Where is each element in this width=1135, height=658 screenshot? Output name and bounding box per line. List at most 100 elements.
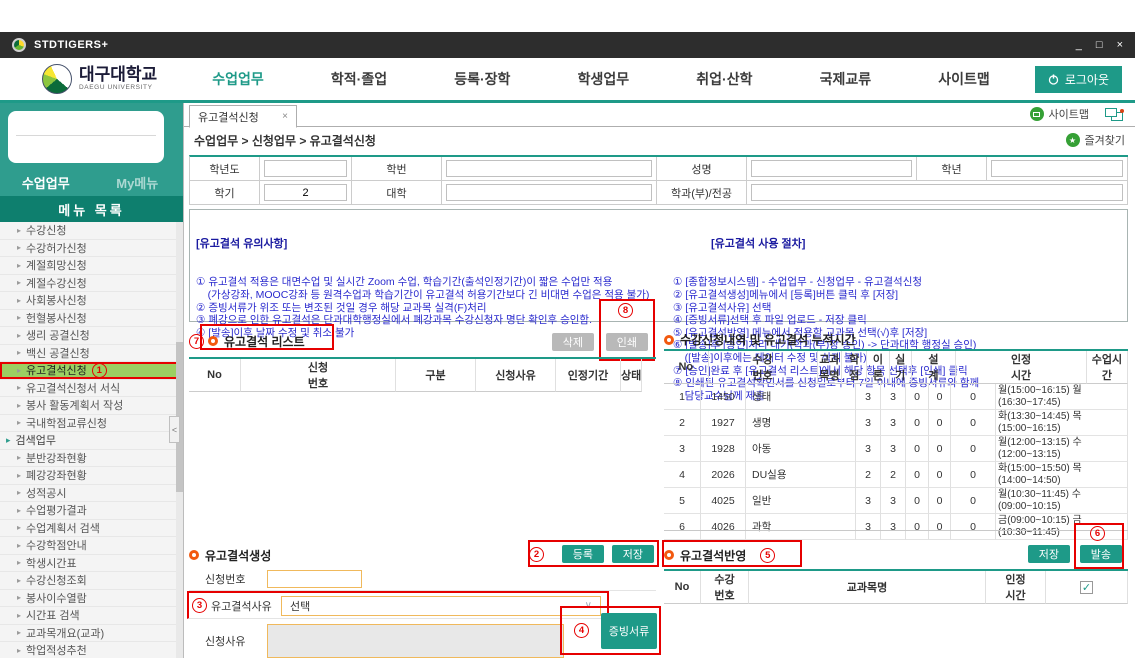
evidence-button[interactable]: 증빙서류 xyxy=(601,613,657,649)
column-header: 교과목명 xyxy=(818,351,843,384)
sidebar-menu-item[interactable]: ▸ 학업적성추천 xyxy=(0,642,183,658)
studentno-input[interactable] xyxy=(446,160,652,177)
star-icon: ★ xyxy=(1066,133,1080,147)
sitemap-link[interactable]: 사이트맵 xyxy=(1030,106,1089,122)
sidebar-menu-item[interactable]: ▸ 시간표 검색 xyxy=(0,607,183,625)
sidebar-menu-item[interactable]: ▸ 계절희망신청 xyxy=(0,257,183,275)
university-name-en: DAEGU UNIVERSITY xyxy=(79,85,157,92)
menu-bullet-icon: ▸ xyxy=(6,435,11,446)
menu-list-title: 메뉴 목록 xyxy=(0,196,183,222)
delete-button[interactable]: 삭제 xyxy=(552,333,594,351)
logout-button[interactable]: 로그아웃 xyxy=(1035,66,1122,93)
sidebar-menu-item[interactable]: ▸ 수강신청 xyxy=(0,222,183,240)
menu-bullet-icon: ▸ xyxy=(17,278,21,287)
sidebar-menu-item[interactable]: ▸ 계절수강신청 xyxy=(0,275,183,293)
annotation-circle-1: 1 xyxy=(92,363,107,378)
column-header: 신청사유 xyxy=(476,359,556,392)
app-logo-icon xyxy=(12,38,26,52)
column-header: 이 론 xyxy=(867,351,890,384)
save-create-button[interactable]: 저장 xyxy=(612,545,654,563)
year-label: 학년도 xyxy=(190,157,260,181)
menu-bullet-icon: ▸ xyxy=(17,506,21,515)
close-button[interactable]: × xyxy=(1117,39,1123,51)
sidebar-menu-item[interactable]: ▸ 성적공시 xyxy=(0,485,183,503)
menu-bullet-icon: ▸ xyxy=(17,453,21,462)
sidebar-tab[interactable]: My메뉴 xyxy=(92,173,184,192)
top-nav-item[interactable]: 학생업무 xyxy=(578,69,630,89)
print-button[interactable]: 인쇄 xyxy=(606,333,648,351)
top-nav-item[interactable]: 등록·장학 xyxy=(454,69,510,89)
top-nav-item[interactable]: 학적·졸업 xyxy=(331,69,387,89)
section-bullet-icon xyxy=(664,335,674,345)
request-no-input[interactable] xyxy=(267,570,362,588)
menu-bullet-icon: ▸ xyxy=(17,331,21,340)
sidebar-menu: ▸ 수강신청 ▸ 수강허가신청 ▸ 계절희망신청 ▸ xyxy=(0,222,183,658)
column-header: 실 기 xyxy=(890,351,912,384)
sidebar-menu-item[interactable]: ▸ 수강학점안내 xyxy=(0,537,183,555)
top-nav-item[interactable]: 국제교류 xyxy=(820,69,872,89)
college-input[interactable] xyxy=(446,184,652,201)
sidebar-menu-item[interactable]: ▸ 백신 공결신청 xyxy=(0,345,183,363)
sidebar-menu-item[interactable]: ▸ 유고결석신청서 서식 xyxy=(0,380,183,398)
sidebar-menu-item[interactable]: ▸ 봉사 활동계획서 작성 xyxy=(0,397,183,415)
year-input[interactable] xyxy=(264,160,347,177)
university-logo: 대구대학교 DAEGU UNIVERSITY xyxy=(42,64,157,94)
reason-textarea[interactable] xyxy=(267,624,564,658)
name-input[interactable] xyxy=(751,160,912,177)
top-nav-item[interactable]: 취업·산학 xyxy=(696,69,752,89)
sidebar-collapse-handle[interactable]: < xyxy=(169,416,180,443)
save-apply-button[interactable]: 저장 xyxy=(1028,545,1070,563)
notice-line: ③ 폐강으로 인한 유고결석은 단과대학행정실에서 폐강과목 수강신청자 명단 … xyxy=(196,314,661,327)
sidebar-menu-item[interactable]: ▸ 수업평가결과 xyxy=(0,502,183,520)
sidebar-menu-item[interactable]: ▸ 생리 공결신청 xyxy=(0,327,183,345)
notice-procedure: [유고결석 사용 절차] ① [종합정보시스템] - 수업업무 - 신청업무 -… xyxy=(661,213,1121,318)
semester-label: 학기 xyxy=(190,181,260,205)
sidebar-menu-item[interactable]: ▸ 봉사이수열람 xyxy=(0,590,183,608)
column-header: 인정기간 xyxy=(556,359,621,392)
column-header: 교과목명 xyxy=(749,571,986,604)
semester-input[interactable] xyxy=(264,184,347,201)
select-all-checkbox[interactable]: ✓ xyxy=(1080,581,1093,594)
sidebar-menu-item[interactable]: ▸ 국내학점교류신청 xyxy=(0,415,183,433)
enrollment-row: 1 1450 생태 3 3 0 0 0 월(15:00~16:15) 월(16:… xyxy=(664,384,1128,410)
maximize-button[interactable]: □ xyxy=(1096,39,1103,51)
sidebar-menu-item[interactable]: ▸ 헌혈봉사신청 xyxy=(0,310,183,328)
major-input[interactable] xyxy=(751,184,1123,201)
notice-line: (가상강좌, MOOC강좌 등 원격수업과 학습기간이 유고결석 허용기간보다 … xyxy=(196,289,661,302)
multi-window-icon[interactable] xyxy=(1105,108,1123,121)
sidebar-menu-item[interactable]: ▸ 사회봉사신청 xyxy=(0,292,183,310)
reason-type-select[interactable]: 선택 ∨ xyxy=(281,596,601,616)
reason-type-row: 3 유고결석사유 선택 ∨ xyxy=(187,591,609,619)
top-nav-item[interactable]: 수업업무 xyxy=(212,69,264,89)
send-button[interactable]: 발송 xyxy=(1080,545,1122,563)
enrollment-row: 3 1928 아동 3 3 0 0 0 월(12:00~13:15) 수(12:… xyxy=(664,436,1128,462)
grade-input[interactable] xyxy=(991,160,1123,177)
sidebar-menu-item[interactable]: ▸ 교과목개요(교과) xyxy=(0,625,183,643)
column-header: 인정 시간 xyxy=(986,571,1046,604)
sidebar-menu-item[interactable]: ▸ 학생시간표 xyxy=(0,555,183,573)
sidebar-menu-item[interactable]: ▸ 수업계획서 검색 xyxy=(0,520,183,538)
sitemap-badge-icon xyxy=(1030,107,1044,121)
window-titlebar: STDTIGERS+ _ □ × xyxy=(0,32,1135,58)
main-area: 유고결석신청 × 사이트맵 수업업무 > 신청업무 > 유고결석신청 ★ 즐겨찾… xyxy=(183,103,1135,658)
favorite-button[interactable]: ★ 즐겨찾기 xyxy=(1066,132,1125,148)
minimize-button[interactable]: _ xyxy=(1076,39,1082,51)
annotation-circle-7: 7 xyxy=(189,334,204,349)
sidebar-menu-item[interactable]: ▸ 수강신청조회 xyxy=(0,572,183,590)
notice-line: ③ [유고결석사유] 선택 xyxy=(673,302,1121,315)
tab-close-icon[interactable]: × xyxy=(282,111,288,122)
tab-absence-request[interactable]: 유고결석신청 × xyxy=(189,105,297,128)
sidebar-menu-item[interactable]: ▸ 폐강강좌현황 xyxy=(0,467,183,485)
section-bullet-icon xyxy=(664,550,674,560)
university-emblem-icon xyxy=(42,64,72,94)
annotation-circle-8: 8 xyxy=(618,303,633,318)
column-header: No xyxy=(664,571,701,604)
sidebar-menu-item[interactable]: ▸ 분반강좌현황 xyxy=(0,450,183,468)
sidebar-menu-item[interactable]: ▸ 수강허가신청 xyxy=(0,240,183,258)
sidebar-menu-item[interactable]: ▸ 검색업무 xyxy=(0,432,183,450)
menu-bullet-icon: ▸ xyxy=(17,261,21,270)
register-button[interactable]: 등록 xyxy=(562,545,604,563)
top-nav-item[interactable]: 사이트맵 xyxy=(938,69,990,89)
sidebar-tab[interactable]: 수업업무 xyxy=(0,173,92,192)
sidebar-menu-item[interactable]: ▸ 유고결석신청 1 xyxy=(0,362,183,380)
